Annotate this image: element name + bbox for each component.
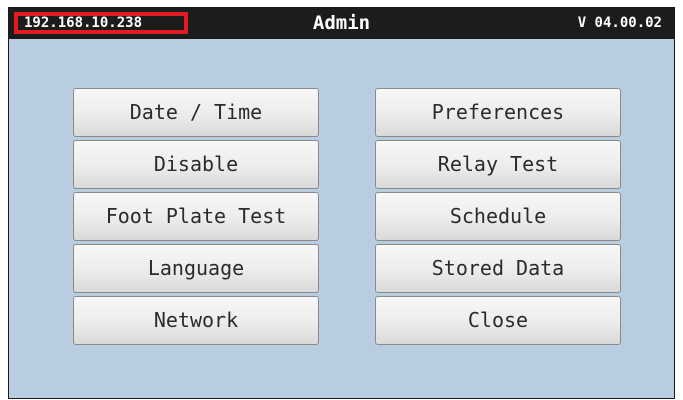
admin-screen: 192.168.10.238 Admin V 04.00.02 Date / T…: [8, 7, 675, 399]
schedule-button[interactable]: Schedule: [375, 192, 621, 241]
foot-plate-test-button[interactable]: Foot Plate Test: [73, 192, 319, 241]
language-button[interactable]: Language: [73, 244, 319, 293]
stored-data-button[interactable]: Stored Data: [375, 244, 621, 293]
ip-address: 192.168.10.238: [14, 12, 188, 34]
version-label: V 04.00.02: [577, 15, 662, 31]
network-button[interactable]: Network: [73, 296, 319, 345]
title-bar: 192.168.10.238 Admin V 04.00.02: [9, 8, 674, 39]
relay-test-button[interactable]: Relay Test: [375, 140, 621, 189]
preferences-button[interactable]: Preferences: [375, 88, 621, 137]
disable-button[interactable]: Disable: [73, 140, 319, 189]
right-button-column: Preferences Relay Test Schedule Stored D…: [375, 88, 621, 348]
date-time-button[interactable]: Date / Time: [73, 88, 319, 137]
left-button-column: Date / Time Disable Foot Plate Test Lang…: [73, 88, 319, 348]
close-button[interactable]: Close: [375, 296, 621, 345]
